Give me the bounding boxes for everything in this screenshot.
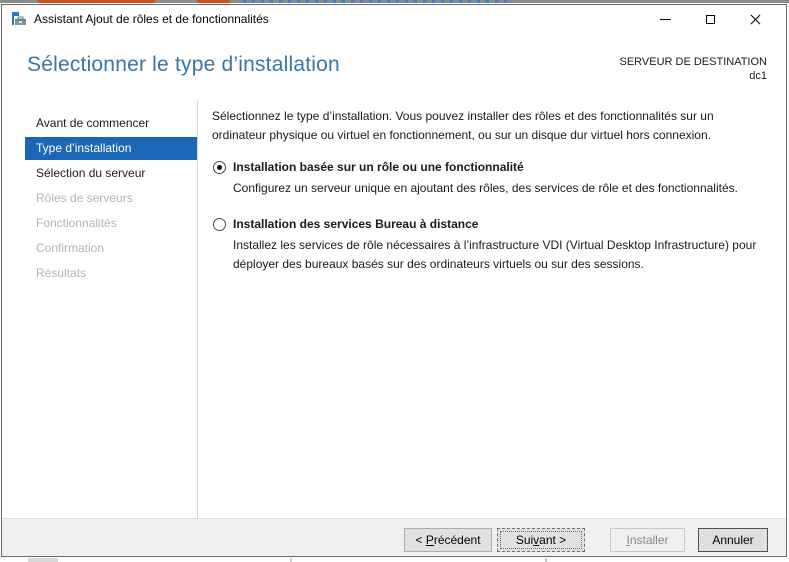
background-orange-segment	[38, 0, 155, 3]
maximize-button[interactable]	[688, 7, 733, 31]
minimize-button[interactable]	[643, 7, 688, 31]
wizard-window: Assistant Ajout de rôles et de fonctionn…	[1, 4, 787, 557]
footer-bar: < Précédent Suivant > Installer Annuler	[2, 518, 786, 556]
sidebar-item-roles-de-serveurs: Rôles de serveurs	[36, 191, 133, 205]
option-remote-desktop-description: Installez les services de rôle nécessair…	[233, 238, 757, 271]
option-text: Installation des services Bureau à dista…	[233, 216, 773, 274]
next-button[interactable]: Suivant >	[497, 528, 585, 552]
cancel-button[interactable]: Annuler	[698, 528, 768, 552]
option-role-based-description: Configurez un serveur unique en ajoutant…	[233, 181, 738, 195]
option-remote-desktop-install[interactable]: Installation des services Bureau à dista…	[212, 216, 776, 274]
radio-remote-desktop-install[interactable]	[213, 218, 226, 231]
sidebar-divider	[197, 100, 198, 518]
button-label-part: récédent	[433, 533, 481, 547]
background-blue-ticks	[243, 0, 509, 3]
close-button[interactable]	[733, 7, 778, 31]
sidebar-item-type-installation[interactable]: Type d’installation	[25, 137, 197, 160]
destination-server-block: SERVEUR DE DESTINATION dc1	[619, 55, 767, 83]
maximize-icon	[706, 14, 715, 24]
button-label-part: nstaller	[629, 533, 669, 547]
intro-text: Sélectionnez le type d’installation. Vou…	[212, 109, 714, 142]
option-text: Installation basée sur un rôle ou une fo…	[233, 159, 738, 198]
server-manager-wizard-icon	[11, 11, 27, 27]
button-label-part: ant >	[539, 533, 567, 547]
background-sliver	[0, 0, 789, 3]
page-title: Sélectionner le type d’installation	[27, 53, 340, 76]
minimize-icon	[660, 18, 671, 20]
destination-server-name: dc1	[749, 70, 767, 82]
button-label-part: <	[415, 533, 426, 547]
destination-server-label: SERVEUR DE DESTINATION	[619, 56, 767, 68]
option-role-based-install[interactable]: Installation basée sur un rôle ou une fo…	[212, 159, 776, 198]
sidebar-item-resultats: Résultats	[36, 266, 87, 280]
sidebar-item-selection-du-serveur[interactable]: Sélection du serveur	[25, 162, 197, 185]
close-icon	[750, 14, 761, 25]
background-bottom-mark	[545, 558, 547, 562]
wizard-steps-nav: Avant de commencer Type d’installation S…	[25, 112, 197, 287]
background-bottom-mark	[290, 558, 292, 562]
option-remote-desktop-label[interactable]: Installation des services Bureau à dista…	[233, 216, 773, 232]
sidebar-item-fonctionnalites: Fonctionnalités	[36, 216, 117, 230]
button-label-part: Annuler	[712, 533, 754, 547]
button-label-part: Sui	[515, 533, 534, 547]
wizard-content: Sélectionnez le type d’installation. Vou…	[212, 107, 776, 274]
titlebar: Assistant Ajout de rôles et de fonctionn…	[2, 5, 786, 33]
option-role-based-label[interactable]: Installation basée sur un rôle ou une fo…	[233, 159, 738, 175]
button-accesskey: P	[425, 533, 434, 547]
previous-button[interactable]: < Précédent	[404, 528, 492, 552]
background-bottom-mark	[28, 558, 58, 562]
window-controls	[643, 7, 778, 31]
screen: Assistant Ajout de rôles et de fonctionn…	[0, 0, 789, 562]
background-orange-segment	[197, 0, 230, 3]
sidebar-item-confirmation: Confirmation	[36, 241, 105, 255]
radio-role-based-install[interactable]	[213, 161, 226, 174]
install-button: Installer	[610, 528, 685, 552]
sidebar-item-avant-de-commencer[interactable]: Avant de commencer	[25, 112, 197, 135]
window-title: Assistant Ajout de rôles et de fonctionn…	[34, 12, 269, 26]
